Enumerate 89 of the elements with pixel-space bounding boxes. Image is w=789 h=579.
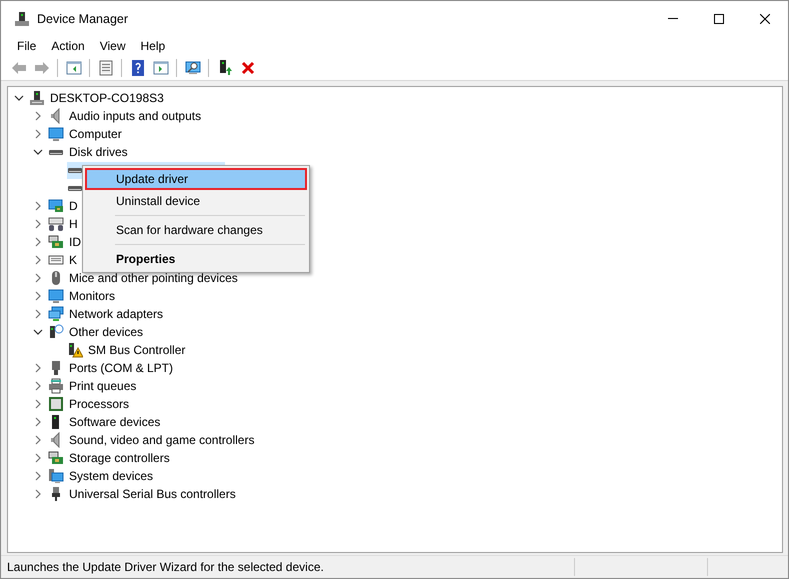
tree-item[interactable]: Processors: [48, 396, 132, 412]
expand-chevron-icon[interactable]: [33, 255, 43, 265]
tree-item-label: Universal Serial Bus controllers: [69, 487, 236, 501]
tree-item[interactable]: Storage controllers: [48, 450, 173, 466]
expand-chevron-icon[interactable]: [33, 201, 43, 211]
expand-chevron-icon[interactable]: [33, 453, 43, 463]
tree-item[interactable]: Ports (COM & LPT): [48, 360, 176, 376]
expand-chevron-icon[interactable]: [33, 273, 43, 283]
menu-item[interactable]: Scan for hardware changes: [85, 219, 307, 241]
computer-icon: [29, 90, 45, 106]
expand-chevron-icon[interactable]: [33, 471, 43, 481]
monitor-icon: [48, 126, 64, 142]
tree-item[interactable]: Monitors: [48, 288, 118, 304]
expand-chevron-icon[interactable]: [33, 399, 43, 409]
tree-item[interactable]: System devices: [48, 468, 156, 484]
network-icon: [48, 306, 64, 322]
expand-chevron-icon[interactable]: [33, 489, 43, 499]
menu-item[interactable]: File: [11, 39, 42, 53]
tree-item[interactable]: Sound, video and game controllers: [48, 432, 258, 448]
expand-chevron-icon[interactable]: [33, 237, 43, 247]
tree-item-label: H: [69, 217, 78, 231]
tree-item-label: Network adapters: [69, 307, 164, 321]
expand-chevron-icon[interactable]: [33, 417, 43, 427]
tree-item[interactable]: Mice and other pointing devices: [48, 270, 241, 286]
tree-item-label: Ports (COM & LPT): [69, 361, 174, 375]
expand-chevron-icon[interactable]: [33, 435, 43, 445]
tree-item-label: Mice and other pointing devices: [69, 271, 238, 285]
tree-item-label: Processors: [69, 397, 130, 411]
menu-item[interactable]: View: [94, 39, 132, 53]
controller-card-icon: [48, 450, 64, 466]
device-icon: [14, 10, 30, 26]
keyboard-icon: [48, 216, 64, 232]
tree-item-label: Computer: [69, 127, 122, 141]
minimize-icon: [668, 18, 678, 19]
expand-chevron-icon[interactable]: [33, 309, 43, 319]
expand-chevron-icon[interactable]: [33, 381, 43, 391]
menu-item[interactable]: Properties: [85, 248, 307, 270]
unknown-device-icon: [48, 324, 64, 340]
expand-chevron-icon[interactable]: [33, 111, 43, 121]
tree-item-label: System devices: [69, 469, 154, 483]
tree-item[interactable]: D: [48, 198, 81, 214]
tree-item[interactable]: Audio inputs and outputs: [48, 108, 204, 124]
expand-chevron-icon[interactable]: [33, 291, 43, 301]
tree-item-label: Storage controllers: [69, 451, 170, 465]
tree-item-label: Print queues: [69, 379, 136, 393]
tree-item-label: D: [69, 199, 78, 213]
warning-device-icon: [67, 342, 83, 358]
monitor-icon: [48, 288, 64, 304]
tree-item[interactable]: Software devices: [48, 414, 164, 430]
status-text: Launches the Update Driver Wizard for the selected device.: [6, 560, 325, 574]
expand-chevron-icon[interactable]: [33, 219, 43, 229]
menu-item[interactable]: Uninstall device: [85, 190, 307, 212]
close-icon: [760, 14, 770, 24]
tree-item-label: DESKTOP-CO198S3: [50, 91, 164, 105]
tree-item[interactable]: Universal Serial Bus controllers: [48, 486, 239, 502]
tree-item-label: Software devices: [69, 415, 160, 429]
tree-item[interactable]: Computer: [48, 126, 125, 142]
tree-item[interactable]: Network adapters: [48, 306, 166, 322]
tree-item[interactable]: K: [48, 252, 80, 268]
menu-item[interactable]: Action: [45, 39, 91, 53]
tree-item-label: Audio inputs and outputs: [69, 109, 202, 123]
expand-chevron-icon[interactable]: [33, 129, 43, 139]
tree-item[interactable]: ID: [48, 234, 84, 250]
tree-item-label: K: [69, 253, 78, 267]
tree-item[interactable]: SM Bus Controller: [67, 342, 188, 358]
tree-item[interactable]: Other devices: [48, 324, 146, 340]
expand-chevron-icon[interactable]: [33, 363, 43, 373]
tree-item[interactable]: Disk drives: [48, 144, 131, 160]
tree-item[interactable]: H: [48, 216, 81, 232]
tree-item-label: Monitors: [69, 289, 116, 303]
menu-item[interactable]: Help: [134, 39, 172, 53]
system-icon: [48, 468, 64, 484]
processor-icon: [48, 396, 64, 412]
menu-item[interactable]: Update driver: [85, 168, 307, 190]
controller-card-icon: [48, 234, 64, 250]
collapse-chevron-icon[interactable]: [33, 147, 43, 157]
tree-item[interactable]: DESKTOP-CO198S3: [29, 90, 167, 106]
tree-item-label: ID: [69, 235, 81, 249]
tree-item-label: SM Bus Controller: [88, 343, 186, 357]
display-adapter-icon: [48, 198, 64, 214]
tree-item[interactable]: Print queues: [48, 378, 140, 394]
tree-item-label: Disk drives: [69, 145, 128, 159]
printer-icon: [48, 378, 64, 394]
collapse-chevron-icon[interactable]: [33, 327, 43, 337]
tree-item-label: Other devices: [69, 325, 144, 339]
maximize-icon: [714, 14, 724, 24]
tree-item-label: Sound, video and game controllers: [69, 433, 254, 447]
window-title: Device Manager: [37, 12, 128, 26]
collapse-chevron-icon[interactable]: [14, 93, 24, 103]
